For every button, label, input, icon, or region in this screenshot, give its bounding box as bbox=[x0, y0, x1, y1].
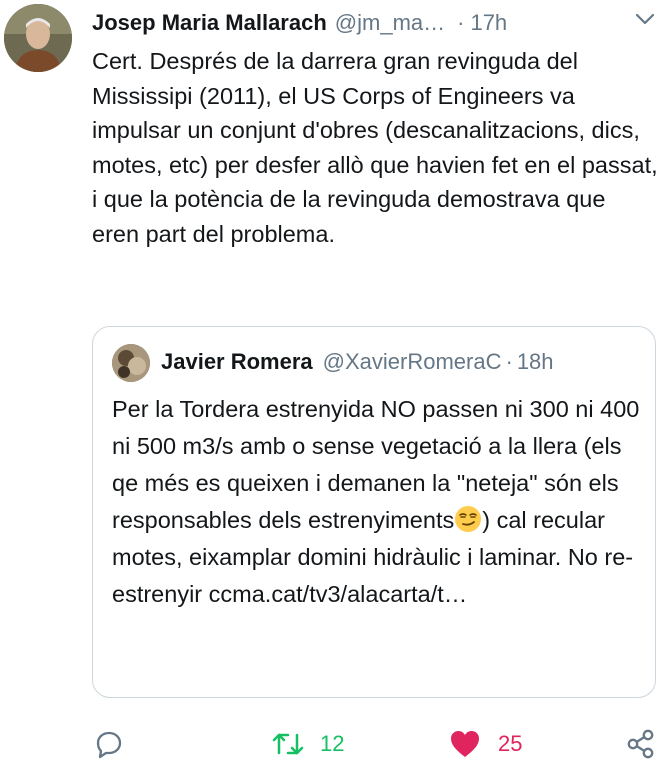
reply-icon bbox=[96, 731, 122, 759]
share-icon bbox=[627, 729, 654, 759]
heart-icon bbox=[451, 731, 479, 757]
chevron-down-icon[interactable] bbox=[633, 10, 657, 28]
quoted-time: 18h bbox=[516, 349, 554, 374]
tweet-text: Cert. Després de la darrera gran revingu… bbox=[92, 48, 658, 247]
quoted-author-handle: @XavierRomeraC bbox=[322, 349, 502, 374]
action-bar: 12 25 bbox=[92, 724, 662, 764]
like-button[interactable]: 25 bbox=[448, 724, 522, 764]
retweet-count: 12 bbox=[320, 731, 345, 756]
author-name[interactable]: Josep Maria Mallarach bbox=[92, 10, 327, 36]
quoted-author-name: Javier Romera bbox=[161, 349, 313, 374]
retweet-button[interactable]: 12 bbox=[270, 724, 344, 764]
quoted-tweet[interactable]: Javier Romera @XavierRomeraC · 18h Per l… bbox=[92, 326, 656, 698]
tweet-header: Josep Maria Mallarach @jm_ma… · 17h bbox=[92, 8, 655, 38]
author-handle[interactable]: @jm_ma… bbox=[335, 10, 445, 36]
author-avatar[interactable] bbox=[4, 4, 72, 72]
quoted-separator-dot: · bbox=[505, 349, 513, 374]
quoted-header: Javier Romera @XavierRomeraC · 18h bbox=[161, 347, 641, 377]
smirk-face-icon bbox=[455, 506, 482, 532]
like-count: 25 bbox=[498, 731, 523, 756]
quoted-text: Per la Tordera estrenyida NO passen ni 3… bbox=[112, 391, 642, 613]
tweet-time[interactable]: 17h bbox=[470, 10, 507, 36]
retweet-icon bbox=[272, 733, 304, 755]
quoted-link[interactable]: ccma.cat/tv3/alacarta/t… bbox=[209, 581, 468, 607]
share-button[interactable] bbox=[624, 724, 658, 764]
quoted-author-avatar bbox=[112, 344, 150, 382]
reply-button[interactable] bbox=[92, 724, 126, 764]
separator-dot: · bbox=[457, 10, 465, 35]
